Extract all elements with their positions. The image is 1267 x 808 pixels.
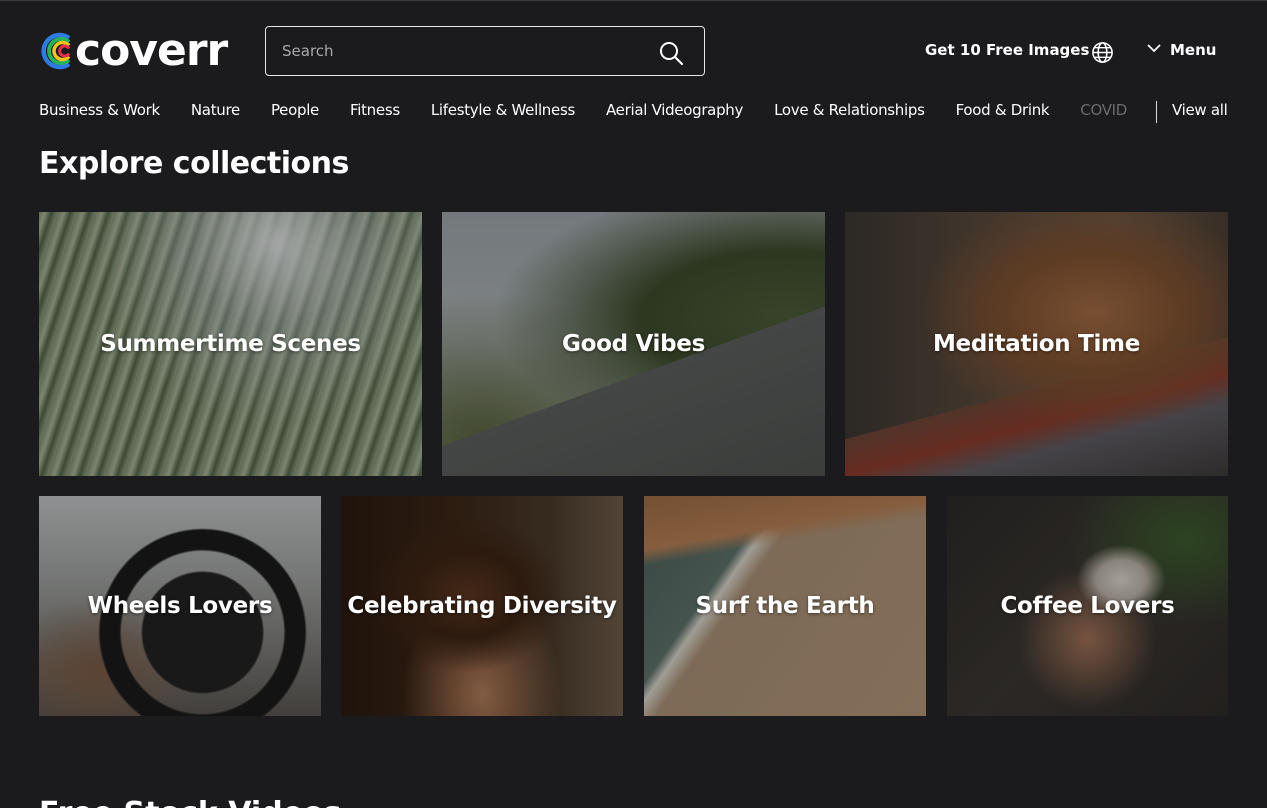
collection-title: Celebrating Diversity <box>347 593 617 619</box>
globe-icon[interactable] <box>1091 41 1114 64</box>
collection-card[interactable]: Meditation Time <box>845 212 1228 476</box>
collection-title: Coffee Lovers <box>1000 593 1175 619</box>
collection-title: Wheels Lovers <box>87 593 273 619</box>
category-love-relationships[interactable]: Love & Relationships <box>774 101 925 123</box>
collection-title: Good Vibes <box>562 331 705 357</box>
category-aerial-videography[interactable]: Aerial Videography <box>606 101 743 123</box>
menu-label: Menu <box>1170 41 1217 59</box>
category-nature[interactable]: Nature <box>191 101 240 123</box>
category-food-drink[interactable]: Food & Drink <box>956 101 1050 123</box>
category-lifestyle-wellness[interactable]: Lifestyle & Wellness <box>431 101 575 123</box>
section-title: Explore collections <box>39 146 349 181</box>
search-input[interactable] <box>282 39 642 63</box>
category-people[interactable]: People <box>271 101 319 123</box>
collection-card[interactable]: Wheels Lovers <box>39 496 321 716</box>
next-section-title: Free Stock Videos <box>39 796 342 808</box>
logo-text: coverr <box>75 25 228 76</box>
collection-card[interactable]: Coffee Lovers <box>947 496 1228 716</box>
search-icon[interactable] <box>658 40 684 66</box>
logo-rainbow-icon <box>41 32 71 70</box>
category-business-work[interactable]: Business & Work <box>39 101 160 123</box>
coverr-logo[interactable]: coverr <box>39 25 228 76</box>
collection-card[interactable]: Celebrating Diversity <box>341 496 623 716</box>
collection-title: Meditation Time <box>932 331 1141 357</box>
category-fitness[interactable]: Fitness <box>350 101 400 123</box>
page: coverr Get 10 Free Images Menu Business … <box>0 0 1267 808</box>
menu-button[interactable]: Menu <box>1146 41 1216 59</box>
category-nav: Business & Work Nature People Fitness Li… <box>39 101 1149 123</box>
view-all-link[interactable]: View all <box>1172 101 1228 119</box>
category-covid[interactable]: COVID <box>1080 101 1127 123</box>
top-border <box>0 0 1267 1</box>
nav-divider <box>1156 101 1157 123</box>
free-images-link[interactable]: Get 10 Free Images <box>925 41 1089 59</box>
collection-card[interactable]: Surf the Earth <box>644 496 926 716</box>
collection-card[interactable]: Good Vibes <box>442 212 825 476</box>
collection-title: Surf the Earth <box>695 593 875 619</box>
collection-title: Summertime Scenes <box>100 331 361 357</box>
search-box[interactable] <box>265 26 705 76</box>
collection-card[interactable]: Summertime Scenes <box>39 212 422 476</box>
chevron-down-icon <box>1147 44 1161 53</box>
